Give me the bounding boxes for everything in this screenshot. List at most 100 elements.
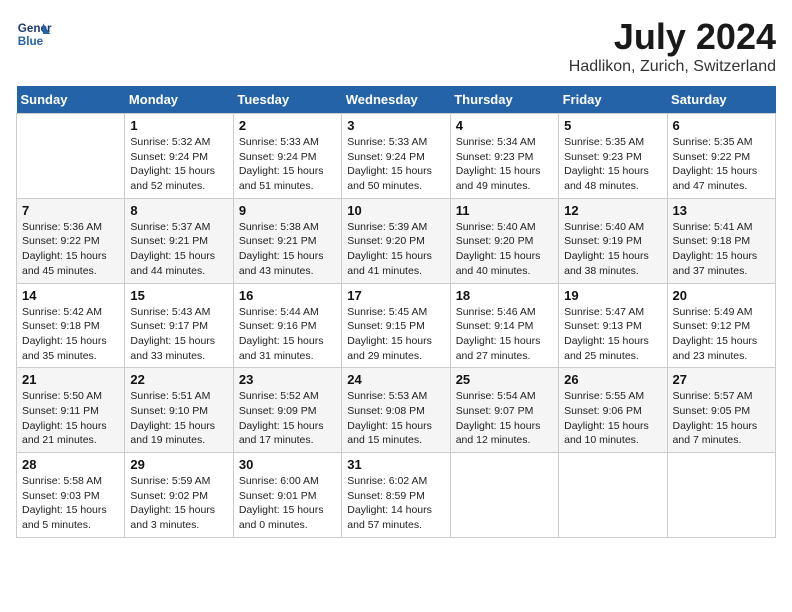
day-info: Sunrise: 5:35 AM Sunset: 9:22 PM Dayligh… <box>673 135 770 194</box>
calendar-cell: 6 Sunrise: 5:35 AM Sunset: 9:22 PM Daylig… <box>667 114 775 199</box>
weekday-header-saturday: Saturday <box>667 86 775 114</box>
calendar-cell: 1 Sunrise: 5:32 AM Sunset: 9:24 PM Daylig… <box>125 114 233 199</box>
day-info: Sunrise: 5:33 AM Sunset: 9:24 PM Dayligh… <box>347 135 444 194</box>
location: Hadlikon, Zurich, Switzerland <box>569 58 776 76</box>
calendar-table: SundayMondayTuesdayWednesdayThursdayFrid… <box>16 86 776 538</box>
calendar-cell: 15Sunrise: 5:43 AM Sunset: 9:17 PM Dayli… <box>125 283 233 368</box>
weekday-header-monday: Monday <box>125 86 233 114</box>
calendar-cell: 30 Sunrise: 6:00 AM Sunset: 9:01 PM Dayli… <box>233 453 341 538</box>
day-number: 23 <box>239 372 336 387</box>
day-info: Sunrise: 5:39 AM Sunset: 9:20 PM Dayligh… <box>347 220 444 279</box>
day-info: Sunrise: 5:45 AM Sunset: 9:15 PM Dayligh… <box>347 305 444 364</box>
day-number: 3 <box>347 118 444 133</box>
day-info: Sunrise: 5:49 AM Sunset: 9:12 PM Dayligh… <box>673 305 770 364</box>
day-number: 2 <box>239 118 336 133</box>
day-number: 28 <box>22 457 119 472</box>
day-info: Sunrise: 5:57 AM Sunset: 9:05 PM Dayligh… <box>673 389 770 448</box>
calendar-cell: 27 Sunrise: 5:57 AM Sunset: 9:05 PM Dayli… <box>667 368 775 453</box>
calendar-cell: 7 Sunrise: 5:36 AM Sunset: 9:22 PM Daylig… <box>17 198 125 283</box>
day-info: Sunrise: 5:46 AM Sunset: 9:14 PM Dayligh… <box>456 305 553 364</box>
calendar-cell: 23 Sunrise: 5:52 AM Sunset: 9:09 PM Dayli… <box>233 368 341 453</box>
day-info: Sunrise: 5:58 AM Sunset: 9:03 PM Dayligh… <box>22 474 119 533</box>
day-info: Sunrise: 5:59 AM Sunset: 9:02 PM Dayligh… <box>130 474 227 533</box>
day-info: Sunrise: 5:50 AM Sunset: 9:11 PM Dayligh… <box>22 389 119 448</box>
day-number: 6 <box>673 118 770 133</box>
day-number: 25 <box>456 372 553 387</box>
calendar-cell: 14Sunrise: 5:42 AM Sunset: 9:18 PM Dayli… <box>17 283 125 368</box>
day-number: 22 <box>130 372 227 387</box>
day-info: Sunrise: 5:44 AM Sunset: 9:16 PM Dayligh… <box>239 305 336 364</box>
weekday-header-tuesday: Tuesday <box>233 86 341 114</box>
day-number: 26 <box>564 372 661 387</box>
day-number: 19 <box>564 288 661 303</box>
day-info: Sunrise: 5:52 AM Sunset: 9:09 PM Dayligh… <box>239 389 336 448</box>
day-info: Sunrise: 5:51 AM Sunset: 9:10 PM Dayligh… <box>130 389 227 448</box>
calendar-week-row: 1 Sunrise: 5:32 AM Sunset: 9:24 PM Daylig… <box>17 114 776 199</box>
calendar-week-row: 21 Sunrise: 5:50 AM Sunset: 9:11 PM Dayli… <box>17 368 776 453</box>
calendar-cell: 22 Sunrise: 5:51 AM Sunset: 9:10 PM Dayli… <box>125 368 233 453</box>
day-info: Sunrise: 5:55 AM Sunset: 9:06 PM Dayligh… <box>564 389 661 448</box>
day-number: 4 <box>456 118 553 133</box>
weekday-header-sunday: Sunday <box>17 86 125 114</box>
calendar-cell <box>559 453 667 538</box>
month-year: July 2024 <box>569 16 776 58</box>
calendar-cell <box>17 114 125 199</box>
weekday-header-thursday: Thursday <box>450 86 558 114</box>
day-info: Sunrise: 5:41 AM Sunset: 9:18 PM Dayligh… <box>673 220 770 279</box>
day-number: 21 <box>22 372 119 387</box>
day-number: 14 <box>22 288 119 303</box>
day-info: Sunrise: 5:40 AM Sunset: 9:19 PM Dayligh… <box>564 220 661 279</box>
calendar-cell: 13 Sunrise: 5:41 AM Sunset: 9:18 PM Dayli… <box>667 198 775 283</box>
day-info: Sunrise: 5:54 AM Sunset: 9:07 PM Dayligh… <box>456 389 553 448</box>
day-number: 27 <box>673 372 770 387</box>
day-info: Sunrise: 5:33 AM Sunset: 9:24 PM Dayligh… <box>239 135 336 194</box>
day-info: Sunrise: 6:00 AM Sunset: 9:01 PM Dayligh… <box>239 474 336 533</box>
calendar-cell: 10 Sunrise: 5:39 AM Sunset: 9:20 PM Dayli… <box>342 198 450 283</box>
day-info: Sunrise: 5:47 AM Sunset: 9:13 PM Dayligh… <box>564 305 661 364</box>
day-number: 20 <box>673 288 770 303</box>
calendar-cell: 29 Sunrise: 5:59 AM Sunset: 9:02 PM Dayli… <box>125 453 233 538</box>
day-info: Sunrise: 5:35 AM Sunset: 9:23 PM Dayligh… <box>564 135 661 194</box>
svg-text:Blue: Blue <box>18 35 44 48</box>
day-info: Sunrise: 5:32 AM Sunset: 9:24 PM Dayligh… <box>130 135 227 194</box>
calendar-cell: 3 Sunrise: 5:33 AM Sunset: 9:24 PM Daylig… <box>342 114 450 199</box>
day-number: 1 <box>130 118 227 133</box>
calendar-cell: 11Sunrise: 5:40 AM Sunset: 9:20 PM Dayli… <box>450 198 558 283</box>
calendar-cell: 16 Sunrise: 5:44 AM Sunset: 9:16 PM Dayli… <box>233 283 341 368</box>
calendar-cell: 21 Sunrise: 5:50 AM Sunset: 9:11 PM Dayli… <box>17 368 125 453</box>
calendar-cell: 2 Sunrise: 5:33 AM Sunset: 9:24 PM Daylig… <box>233 114 341 199</box>
day-number: 11 <box>456 203 553 218</box>
day-number: 29 <box>130 457 227 472</box>
title-area: July 2024 Hadlikon, Zurich, Switzerland <box>569 16 776 76</box>
calendar-cell: 20 Sunrise: 5:49 AM Sunset: 9:12 PM Dayli… <box>667 283 775 368</box>
day-number: 10 <box>347 203 444 218</box>
day-number: 13 <box>673 203 770 218</box>
calendar-cell: 5 Sunrise: 5:35 AM Sunset: 9:23 PM Daylig… <box>559 114 667 199</box>
day-info: Sunrise: 5:37 AM Sunset: 9:21 PM Dayligh… <box>130 220 227 279</box>
day-info: Sunrise: 5:38 AM Sunset: 9:21 PM Dayligh… <box>239 220 336 279</box>
day-info: Sunrise: 6:02 AM Sunset: 8:59 PM Dayligh… <box>347 474 444 533</box>
calendar-week-row: 14Sunrise: 5:42 AM Sunset: 9:18 PM Dayli… <box>17 283 776 368</box>
day-info: Sunrise: 5:36 AM Sunset: 9:22 PM Dayligh… <box>22 220 119 279</box>
day-number: 31 <box>347 457 444 472</box>
day-number: 7 <box>22 203 119 218</box>
day-info: Sunrise: 5:34 AM Sunset: 9:23 PM Dayligh… <box>456 135 553 194</box>
logo-icon: General Blue <box>16 16 52 52</box>
weekday-header-row: SundayMondayTuesdayWednesdayThursdayFrid… <box>17 86 776 114</box>
calendar-cell: 28 Sunrise: 5:58 AM Sunset: 9:03 PM Dayli… <box>17 453 125 538</box>
day-number: 16 <box>239 288 336 303</box>
calendar-cell: 25 Sunrise: 5:54 AM Sunset: 9:07 PM Dayli… <box>450 368 558 453</box>
day-number: 24 <box>347 372 444 387</box>
day-number: 18 <box>456 288 553 303</box>
calendar-cell: 4 Sunrise: 5:34 AM Sunset: 9:23 PM Daylig… <box>450 114 558 199</box>
calendar-cell: 24 Sunrise: 5:53 AM Sunset: 9:08 PM Dayli… <box>342 368 450 453</box>
day-info: Sunrise: 5:53 AM Sunset: 9:08 PM Dayligh… <box>347 389 444 448</box>
day-number: 9 <box>239 203 336 218</box>
calendar-week-row: 7 Sunrise: 5:36 AM Sunset: 9:22 PM Daylig… <box>17 198 776 283</box>
calendar-cell: 12Sunrise: 5:40 AM Sunset: 9:19 PM Dayli… <box>559 198 667 283</box>
day-number: 30 <box>239 457 336 472</box>
day-number: 5 <box>564 118 661 133</box>
calendar-cell: 18 Sunrise: 5:46 AM Sunset: 9:14 PM Dayli… <box>450 283 558 368</box>
logo: General Blue <box>16 16 52 52</box>
calendar-cell: 9 Sunrise: 5:38 AM Sunset: 9:21 PM Daylig… <box>233 198 341 283</box>
